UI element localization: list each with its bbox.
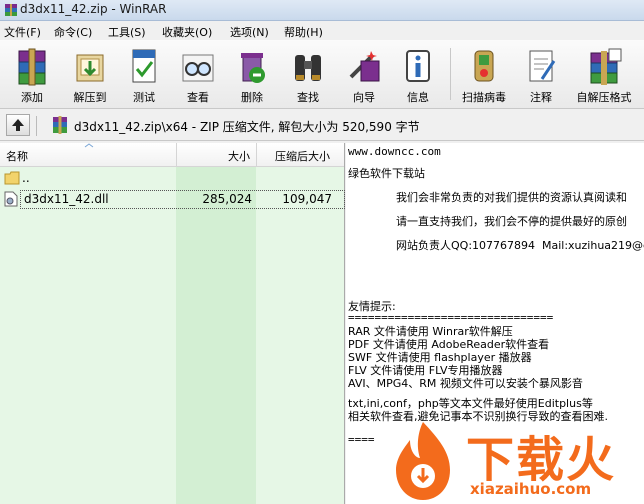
- menu-bar: 文件(F) 命令(C) 工具(S) 收藏夹(O) 选项(N) 帮助(H): [0, 21, 644, 40]
- view-label: 查看: [187, 91, 209, 104]
- column-name[interactable]: 名称: [6, 148, 28, 164]
- find-label: 查找: [297, 91, 319, 104]
- view-button[interactable]: 查看: [174, 44, 222, 104]
- delete-label: 删除: [241, 91, 263, 104]
- packed-column-bg: [256, 167, 344, 504]
- add-button[interactable]: 添加: [6, 44, 58, 104]
- file-packed-size: 109,047: [282, 192, 332, 206]
- test-button[interactable]: 测试: [120, 44, 168, 104]
- comment-line: 绿色软件下载站: [348, 167, 425, 180]
- address-path-field[interactable]: d3dx11_42.zip\x64 - ZIP 压缩文件, 解包大小为 520,…: [46, 115, 640, 135]
- up-folder-button[interactable]: [6, 114, 30, 136]
- winrar-app-icon: [5, 4, 17, 16]
- find-button[interactable]: 查找: [282, 44, 334, 104]
- comment-line: www.downcc.com: [348, 145, 441, 158]
- extract-to-button[interactable]: 解压到: [64, 44, 116, 104]
- comment-line: 请一直支持我们，我们会不停的提供最好的原创: [396, 215, 627, 228]
- comment-button[interactable]: 注释: [518, 44, 564, 104]
- extract-to-icon: [76, 54, 104, 82]
- toolbar: 添加 解压到 测试 查看 删除 查找 向导 信息 扫描病毒 注释 自解压格式: [0, 40, 644, 109]
- test-icon: [132, 49, 156, 83]
- comment-icon: [529, 50, 556, 82]
- delete-icon: [241, 53, 265, 83]
- toolbar-separator: [450, 48, 451, 100]
- file-size: 285,024: [202, 192, 252, 206]
- sfx-label: 自解压格式: [576, 91, 632, 104]
- view-glasses-icon: [182, 54, 214, 82]
- column-divider[interactable]: [256, 143, 257, 166]
- menu-help[interactable]: 帮助(H): [284, 24, 323, 40]
- comment-line: 我们会非常负责的对我们提供的资源认真阅读和: [396, 191, 627, 204]
- file-name: ..: [22, 171, 30, 185]
- virus-scan-label: 扫描病毒: [462, 91, 506, 104]
- comment-label: 注释: [530, 91, 552, 104]
- add-label: 添加: [21, 91, 43, 104]
- wizard-icon: [349, 51, 380, 82]
- window-title: d3dx11_42.zip - WinRAR: [20, 2, 167, 16]
- size-column-bg: [176, 167, 256, 504]
- dll-file-icon: [4, 191, 18, 207]
- info-icon: [406, 50, 430, 82]
- up-arrow-icon: [12, 119, 24, 131]
- sort-ascending-icon: [84, 143, 94, 148]
- info-button[interactable]: 信息: [394, 44, 442, 104]
- wizard-label: 向导: [353, 91, 375, 104]
- folder-icon: [4, 171, 20, 185]
- sfx-archive-icon: [590, 48, 622, 85]
- list-item-file[interactable]: d3dx11_42.dll 285,024 109,047: [0, 189, 345, 209]
- test-label: 测试: [133, 91, 155, 104]
- add-archive-icon: [18, 48, 46, 86]
- name-column-bg: [0, 167, 176, 504]
- virus-scan-button[interactable]: 扫描病毒: [454, 44, 514, 104]
- address-bar: d3dx11_42.zip\x64 - ZIP 压缩文件, 解包大小为 520,…: [0, 110, 644, 141]
- binoculars-icon: [295, 55, 321, 81]
- menu-commands[interactable]: 命令(C): [54, 24, 92, 40]
- comment-line: ====: [348, 433, 375, 446]
- address-path: d3dx11_42.zip\x64 - ZIP 压缩文件, 解包大小为 520,…: [74, 120, 420, 134]
- title-bar: d3dx11_42.zip - WinRAR: [0, 0, 644, 21]
- address-separator: [36, 116, 37, 136]
- comment-line: AVI、MPG4、RM 视频文件可以安装个暴风影音: [348, 377, 583, 390]
- list-item-parent-folder[interactable]: ..: [0, 168, 344, 188]
- wizard-button[interactable]: 向导: [338, 44, 390, 104]
- file-list[interactable]: 名称 大小 压缩后大小 .. d3dx11_42.dll 285,024 109…: [0, 143, 345, 504]
- xiazaihuo-watermark: 下载火 xiazaihuo.com: [388, 416, 644, 504]
- column-size[interactable]: 大小: [228, 148, 250, 164]
- delete-button[interactable]: 删除: [228, 44, 276, 104]
- flame-logo-icon: [396, 422, 450, 500]
- menu-favorites[interactable]: 收藏夹(O): [162, 24, 212, 40]
- menu-options[interactable]: 选项(N): [230, 24, 269, 40]
- virus-scan-icon: [474, 50, 494, 82]
- column-divider[interactable]: [176, 143, 177, 166]
- menu-file[interactable]: 文件(F): [4, 24, 41, 40]
- extract-to-label: 解压到: [73, 91, 107, 104]
- column-packed[interactable]: 压缩后大小: [275, 148, 330, 164]
- zip-archive-icon: [53, 116, 67, 134]
- sfx-button[interactable]: 自解压格式: [570, 44, 638, 104]
- file-name: d3dx11_42.dll: [24, 192, 109, 206]
- menu-tools[interactable]: 工具(S): [108, 24, 146, 40]
- info-label: 信息: [407, 91, 429, 104]
- comment-line: 网站负责人QQ:107767894 Mail:xuzihua219@q: [396, 239, 644, 252]
- watermark-url: xiazaihuo.com: [470, 480, 592, 498]
- column-header: 名称 大小 压缩后大小: [0, 143, 344, 167]
